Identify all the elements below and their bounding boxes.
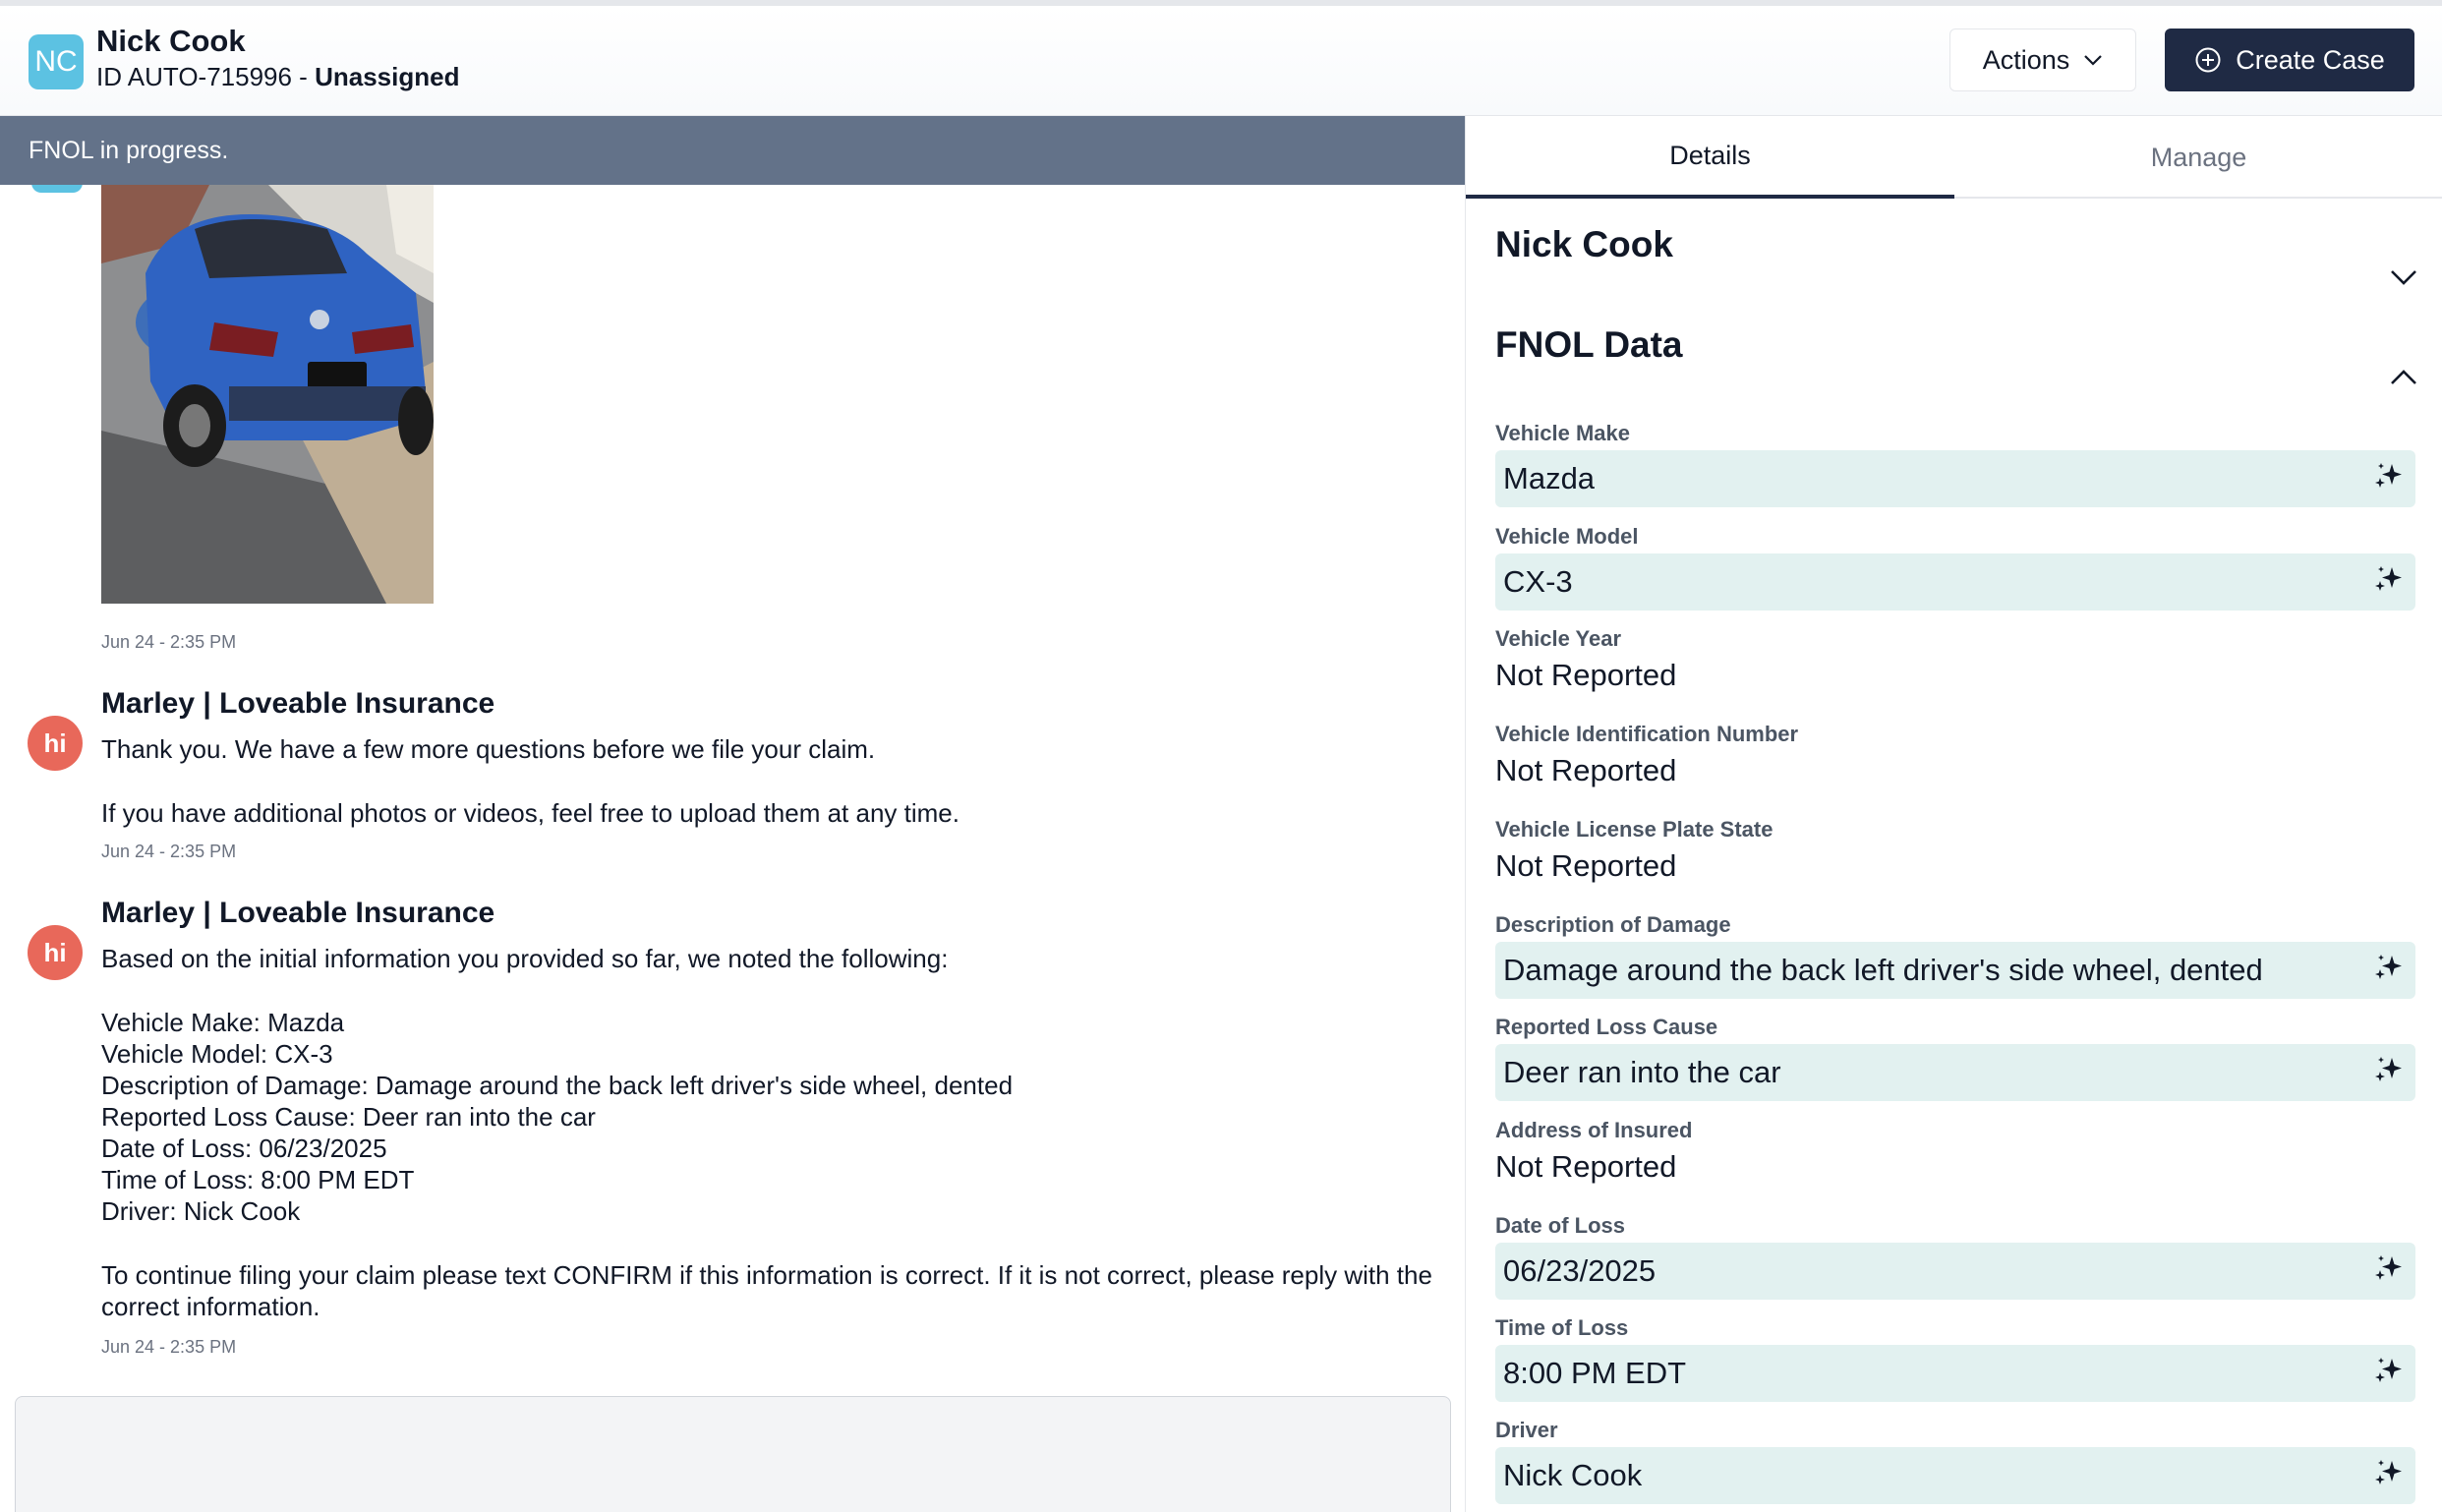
- field-plate-state: Vehicle License Plate State Not Reported: [1495, 816, 2415, 886]
- message-line: Vehicle Make: Mazda: [101, 1008, 345, 1037]
- field-vehicle-make: Vehicle Make Mazda: [1495, 420, 2415, 507]
- agent-avatar: hi: [28, 716, 83, 771]
- field-vin: Vehicle Identification Number Not Report…: [1495, 721, 2415, 790]
- customer-avatar: NC: [29, 34, 84, 89]
- create-case-label: Create Case: [2236, 44, 2385, 75]
- field-value-text: 8:00 PM EDT: [1503, 1356, 1687, 1390]
- sparkle-icon: [2375, 566, 2402, 591]
- message-sender: Marley | Loveable Insurance: [101, 687, 495, 720]
- agent-avatar: hi: [28, 925, 83, 980]
- field-driver: Driver Nick Cook: [1495, 1417, 2415, 1504]
- person-section-title[interactable]: Nick Cook: [1495, 224, 1673, 265]
- field-vehicle-year: Vehicle Year Not Reported: [1495, 625, 2415, 695]
- message-body: Based on the initial information you pro…: [101, 943, 1458, 1322]
- message-line: Date of Loss: 06/23/2025: [101, 1134, 387, 1163]
- assignment-status: Unassigned: [315, 62, 460, 91]
- field-label: Reported Loss Cause: [1495, 1015, 1718, 1039]
- field-label: Date of Loss: [1495, 1213, 1626, 1238]
- field-label: Address of Insured: [1495, 1118, 1693, 1142]
- damage-photo-image: [101, 185, 434, 604]
- field-label: Vehicle Make: [1495, 421, 1630, 445]
- status-banner: FNOL in progress.: [0, 116, 1465, 185]
- field-value-text: CX-3: [1503, 564, 1573, 599]
- field-value[interactable]: Not Reported: [1495, 656, 2415, 695]
- tab-details[interactable]: Details: [1466, 116, 1954, 199]
- message-timestamp: Jun 24 - 2:35 PM: [101, 842, 237, 861]
- field-label: Driver: [1495, 1418, 1558, 1442]
- field-value-text: Nick Cook: [1503, 1458, 1643, 1492]
- chevron-down-icon: [2084, 55, 2103, 66]
- field-value[interactable]: Mazda: [1495, 450, 2415, 507]
- sparkle-icon: [2375, 1255, 2402, 1280]
- message-line: Based on the initial information you pro…: [101, 944, 949, 973]
- actions-button[interactable]: Actions: [1949, 29, 2136, 91]
- message-line: Reported Loss Cause: Deer ran into the c…: [101, 1102, 596, 1132]
- field-label: Vehicle Year: [1495, 626, 1622, 651]
- field-loss-time: Time of Loss 8:00 PM EDT: [1495, 1314, 2415, 1402]
- field-value[interactable]: CX-3: [1495, 553, 2415, 611]
- tab-manage[interactable]: Manage: [1954, 116, 2442, 199]
- photo-timestamp: Jun 24 - 2:35 PM: [101, 632, 237, 652]
- plus-circle-icon: [2195, 47, 2221, 73]
- create-case-button[interactable]: Create Case: [2165, 29, 2414, 91]
- sparkle-icon: [2375, 1057, 2402, 1081]
- message-composer[interactable]: [15, 1396, 1451, 1512]
- field-loss-date: Date of Loss 06/23/2025: [1495, 1212, 2415, 1300]
- message-sender: Marley | Loveable Insurance: [101, 897, 495, 929]
- sparkle-icon: [2375, 463, 2402, 488]
- message-line: Time of Loss: 8:00 PM EDT: [101, 1165, 415, 1194]
- message-line: Thank you. We have a few more questions …: [101, 734, 876, 764]
- field-value[interactable]: 06/23/2025: [1495, 1243, 2415, 1300]
- details-panel: Details Manage Nick Cook FNOL Data Vehic…: [1465, 116, 2442, 1512]
- field-label: Vehicle Model: [1495, 524, 1639, 549]
- field-value[interactable]: 8:00 PM EDT: [1495, 1345, 2415, 1402]
- field-value[interactable]: Not Reported: [1495, 846, 2415, 886]
- sparkle-icon: [2375, 1358, 2402, 1382]
- field-value[interactable]: Not Reported: [1495, 1147, 2415, 1187]
- message-timestamp: Jun 24 - 2:35 PM: [101, 1337, 237, 1357]
- field-value[interactable]: Deer ran into the car: [1495, 1044, 2415, 1101]
- message-body: Thank you. We have a few more questions …: [101, 733, 1458, 829]
- field-vehicle-model: Vehicle Model CX-3: [1495, 523, 2415, 611]
- field-value[interactable]: Damage around the back left driver's sid…: [1495, 942, 2415, 999]
- case-header: NC Nick Cook ID AUTO-715996 - Unassigned…: [0, 6, 2442, 116]
- message-line: Vehicle Model: CX-3: [101, 1039, 333, 1069]
- field-damage-description: Description of Damage Damage around the …: [1495, 911, 2415, 999]
- field-label: Description of Damage: [1495, 912, 1731, 937]
- message-line: Description of Damage: Damage around the…: [101, 1071, 1014, 1100]
- field-value-text: Damage around the back left driver's sid…: [1503, 953, 2263, 987]
- chevron-up-icon[interactable]: [2384, 358, 2423, 397]
- case-id: ID AUTO-715996 - Unassigned: [96, 62, 459, 92]
- chevron-down-icon[interactable]: [2384, 258, 2423, 297]
- field-value-text: Mazda: [1503, 461, 1596, 495]
- field-value[interactable]: Nick Cook: [1495, 1447, 2415, 1504]
- details-tabs: Details Manage: [1466, 116, 2442, 199]
- message-line: To continue filing your claim please tex…: [101, 1260, 1432, 1321]
- customer-name: Nick Cook: [96, 24, 246, 58]
- message-line: If you have additional photos or videos,…: [101, 798, 959, 828]
- sparkle-icon: [2375, 955, 2402, 979]
- message-line: Driver: Nick Cook: [101, 1196, 301, 1226]
- fnol-section-title[interactable]: FNOL Data: [1495, 324, 1683, 366]
- field-label: Vehicle Identification Number: [1495, 722, 1799, 746]
- field-label: Vehicle License Plate State: [1495, 817, 1773, 842]
- chat-panel: FNOL in progress. Jun 24 - 2:35 PM hi Ma…: [0, 116, 1465, 1512]
- field-label: Time of Loss: [1495, 1315, 1629, 1340]
- actions-label: Actions: [1982, 44, 2070, 75]
- field-value-text: 06/23/2025: [1503, 1253, 1657, 1288]
- field-value-text: Deer ran into the car: [1503, 1055, 1781, 1089]
- field-loss-cause: Reported Loss Cause Deer ran into the ca…: [1495, 1014, 2415, 1101]
- damage-photo[interactable]: [101, 185, 434, 604]
- case-id-text: ID AUTO-715996 -: [96, 62, 316, 91]
- field-value[interactable]: Not Reported: [1495, 751, 2415, 790]
- field-insured-address: Address of Insured Not Reported: [1495, 1117, 2415, 1187]
- sparkle-icon: [2375, 1460, 2402, 1484]
